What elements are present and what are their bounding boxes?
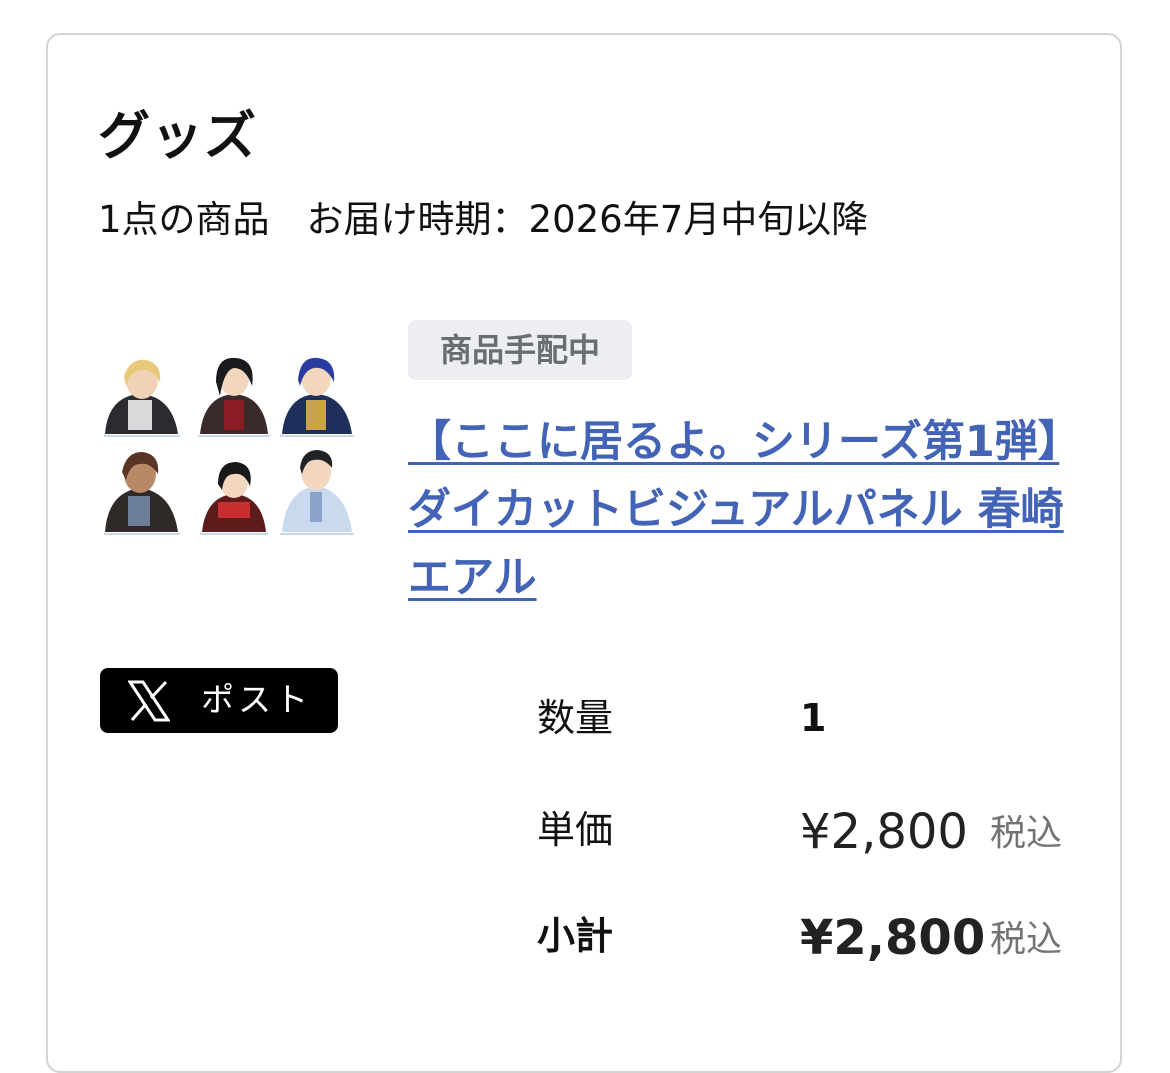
x-logo-icon [128,680,170,722]
quantity-value: 1 [800,696,827,740]
unit-price-label: 単価 [537,808,614,852]
subtotal-tax: 税込 [990,919,1063,960]
product-thumbnail[interactable] [100,356,360,588]
character-figure-4 [104,452,180,535]
x-post-button[interactable]: ポスト [100,668,338,733]
unit-price-tax: 税込 [990,813,1063,854]
subtotal-value: ¥2,800 [800,910,986,966]
character-figure-3 [280,357,354,437]
product-name-link[interactable]: 【ここに居るよ。シリーズ第1弾】ダイカットビジュアルパネル 春崎エアル [408,408,1073,612]
status-badge: 商品手配中 [408,320,633,380]
subtotal-label: 小計 [537,914,614,958]
unit-price-value: ¥2,800 [800,804,968,860]
character-figure-1 [104,359,180,437]
quantity-label: 数量 [537,696,614,740]
character-figure-6 [280,450,354,535]
character-figure-5 [200,462,268,535]
character-figure-2 [198,357,270,437]
section-title: グッズ [98,107,258,167]
post-label: ポスト [201,680,312,719]
delivery-summary: 1点の商品 お届け時期：2026年7月中旬以降 [98,198,869,241]
